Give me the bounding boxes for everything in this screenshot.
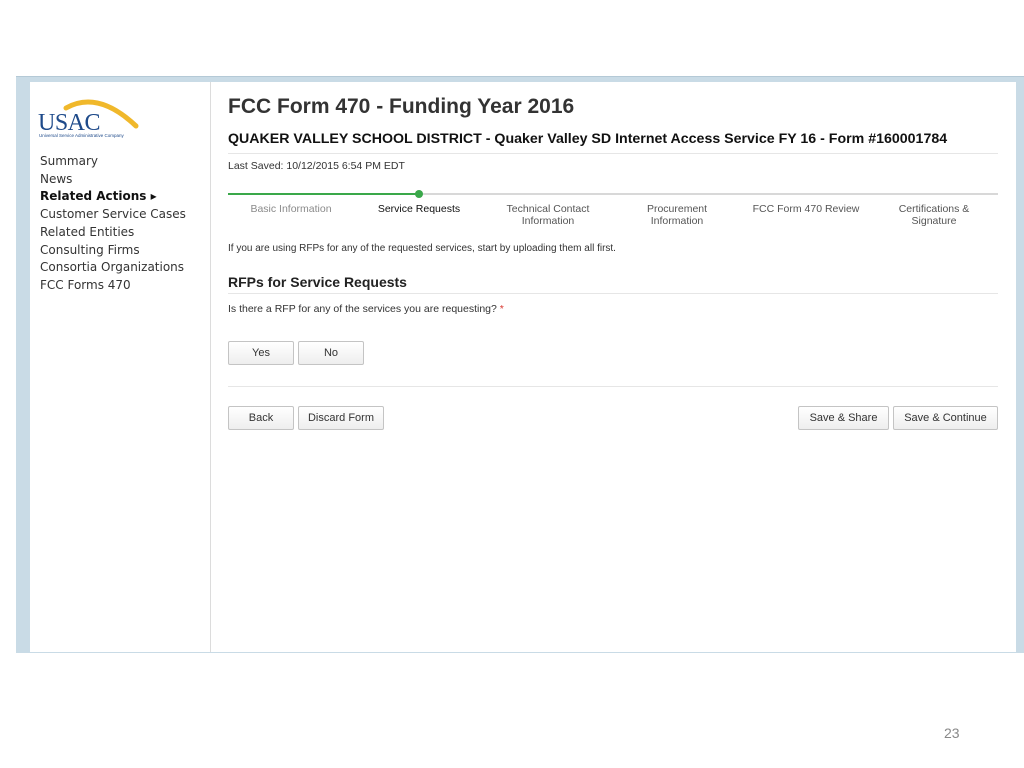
sidebar-item-consulting-firms[interactable]: Consulting Firms (40, 242, 186, 260)
required-marker: * (499, 303, 504, 315)
slide-page-number: 23 (944, 725, 960, 741)
divider (228, 293, 998, 294)
sidebar-item-news[interactable]: News (40, 171, 186, 189)
step-label: Basic Information (250, 203, 332, 215)
progress-fill (228, 193, 419, 195)
step-service-requests[interactable]: Service Requests (364, 203, 474, 215)
sidebar-item-related-entities[interactable]: Related Entities (40, 224, 186, 242)
step-label: FCC Form 470 Review (752, 203, 860, 215)
save-continue-button[interactable]: Save & Continue (893, 406, 998, 430)
rfp-question: Is there a RFP for any of the services y… (228, 303, 504, 315)
step-label: Procurement (646, 203, 708, 215)
section-title: RFPs for Service Requests (228, 274, 407, 290)
sidebar-nav: Summary News Related Actions ▸ Customer … (40, 153, 186, 295)
page-title: FCC Form 470 - Funding Year 2016 (228, 95, 575, 118)
yes-button[interactable]: Yes (228, 341, 294, 365)
last-saved-text: Last Saved: 10/12/2015 6:54 PM EDT (228, 160, 405, 172)
step-label: Service Requests (377, 203, 461, 215)
step-form-review[interactable]: FCC Form 470 Review (743, 203, 869, 215)
discard-form-button[interactable]: Discard Form (298, 406, 384, 430)
rfp-info-text: If you are using RFPs for any of the req… (228, 243, 616, 254)
divider (228, 386, 998, 387)
step-basic-information[interactable]: Basic Information (236, 203, 346, 215)
question-text: Is there a RFP for any of the services y… (228, 303, 497, 315)
step-label-line2: Signature (911, 215, 957, 227)
divider (228, 153, 998, 154)
sidebar-item-consortia-organizations[interactable]: Consortia Organizations (40, 259, 186, 277)
sidebar-item-related-actions[interactable]: Related Actions ▸ (40, 188, 186, 206)
no-button[interactable]: No (298, 341, 364, 365)
step-technical-contact[interactable]: Technical Contact Information (492, 203, 604, 227)
step-label-line2: Information (521, 215, 575, 227)
save-share-button[interactable]: Save & Share (798, 406, 889, 430)
progress-current-marker (415, 190, 423, 198)
sidebar-item-summary[interactable]: Summary (40, 153, 186, 171)
back-button[interactable]: Back (228, 406, 294, 430)
step-label: Certifications & (898, 203, 970, 215)
logo-subtitle: Universal Service Administrative Company (39, 133, 124, 138)
sidebar-item-customer-service-cases[interactable]: Customer Service Cases (40, 206, 186, 224)
step-label-line2: Information (650, 215, 704, 227)
sidebar-item-fcc-forms-470[interactable]: FCC Forms 470 (40, 277, 186, 295)
step-certifications[interactable]: Certifications & Signature (880, 203, 988, 227)
step-label: Technical Contact (506, 203, 590, 215)
step-procurement[interactable]: Procurement Information (622, 203, 732, 227)
usac-logo[interactable]: USAC Universal Service Administrative Co… (38, 96, 148, 144)
form-subtitle: QUAKER VALLEY SCHOOL DISTRICT - Quaker V… (228, 131, 948, 147)
